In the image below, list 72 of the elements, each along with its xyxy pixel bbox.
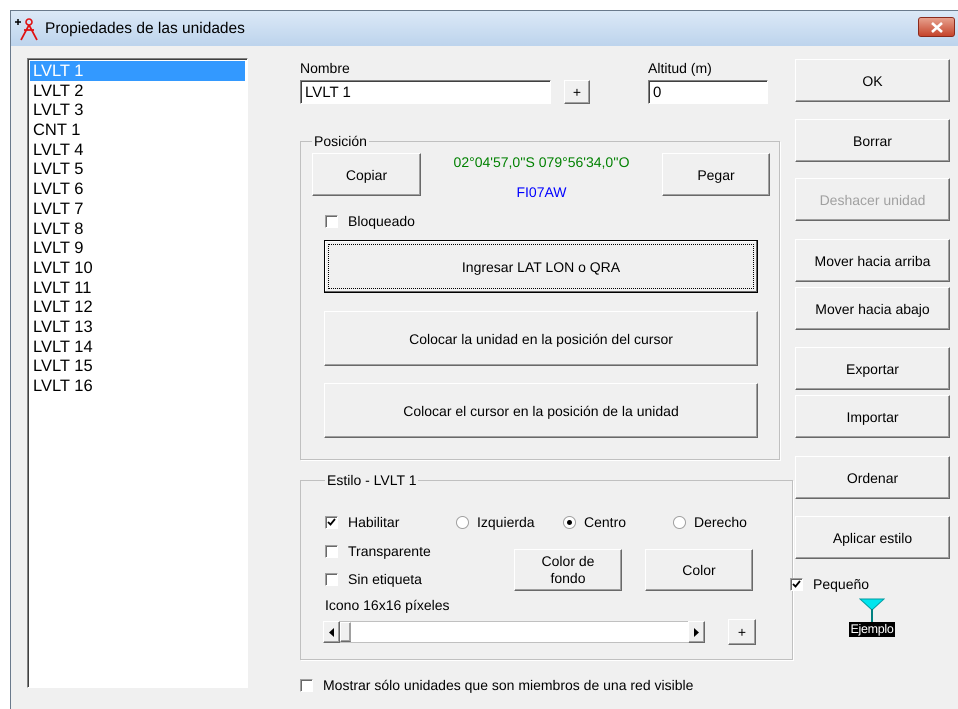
name-field[interactable]: LVLT 1 — [300, 80, 551, 104]
icon-size-label: Icono 16x16 píxeles — [325, 597, 451, 613]
list-item[interactable]: LVLT 13 — [30, 316, 245, 337]
radio-button[interactable] — [456, 516, 469, 528]
list-item[interactable]: LVLT 4 — [30, 140, 245, 160]
checkbox[interactable] — [325, 214, 338, 228]
group-title: Estilo - LVLT 1 — [326, 472, 418, 488]
checkbox[interactable] — [300, 678, 313, 692]
checkbox[interactable] — [325, 572, 338, 586]
scroll-thumb[interactable] — [340, 622, 351, 642]
triangle-marker-icon — [859, 598, 885, 622]
dialog-button[interactable]: Borrar — [795, 119, 950, 162]
add-button[interactable]: + — [728, 619, 756, 645]
list-item[interactable]: LVLT 16 — [30, 376, 245, 396]
list-item[interactable]: LVLT 7 — [30, 198, 245, 218]
checkbox-label: Pequeño — [813, 576, 870, 592]
checkbox-label: Habilitar — [348, 514, 400, 530]
dialog-button[interactable]: Mover hacia arriba — [795, 239, 950, 282]
copy-button[interactable]: Copiar — [312, 153, 421, 196]
example-label: Ejemplo — [849, 622, 895, 637]
checkbox[interactable] — [325, 544, 338, 558]
list-item[interactable]: LVLT 11 — [30, 278, 245, 298]
list-item[interactable]: LVLT 5 — [30, 159, 245, 180]
dialog-button[interactable]: Ordenar — [795, 456, 950, 499]
list-item[interactable]: LVLT 12 — [30, 297, 245, 317]
dialog-button[interactable]: Aplicar estilo — [795, 516, 950, 559]
radio-button[interactable] — [673, 516, 686, 528]
list-item[interactable]: LVLT 14 — [30, 336, 245, 356]
checkbox-label: Mostrar sólo unidades que son miembros de una red visible — [323, 677, 694, 693]
checkbox[interactable] — [325, 516, 338, 528]
list-item[interactable]: LVLT 3 — [30, 100, 245, 120]
color-button[interactable]: Color — [645, 549, 753, 591]
checkbox-label: Sin etiqueta — [348, 571, 422, 587]
action-button[interactable]: Colocar el cursor en la posición de la unidad — [324, 383, 758, 438]
unit-list[interactable]: LVLT 1 LVLT 2 LVLT 3 CNT 1 LVLT 4 LVLT 5 LVLT 6 LVLT 7 LVLT 8 LVLT 9 LVLT 10 LVLT 11 LVLT 12 LVLT 13 LVLT 14 LVLT 15 LVLT 16 — [27, 58, 248, 688]
altitude-field[interactable]: 0 — [648, 80, 768, 104]
left-arrow-icon — [329, 628, 334, 636]
list-item[interactable]: LVLT 8 — [30, 218, 245, 238]
action-button[interactable]: Colocar la unidad en la posición del cursor — [324, 311, 758, 366]
field-label: Altitud (m) — [648, 60, 713, 76]
checkbox-label: Bloqueado — [348, 213, 415, 229]
paste-button[interactable]: Pegar — [662, 153, 770, 196]
dialog-button[interactable]: Mover hacia abajo — [795, 287, 950, 330]
coordinates-text: 02°04'57,0''S 079°56'34,0''O — [454, 154, 630, 170]
dialog-button[interactable]: Exportar — [795, 347, 950, 390]
checkbox[interactable] — [790, 578, 803, 590]
list-item[interactable]: LVLT 15 — [30, 356, 245, 376]
list-item[interactable]: LVLT 6 — [30, 179, 245, 199]
radio-button[interactable] — [563, 516, 576, 528]
action-button[interactable]: Ingresar LAT LON o QRA — [324, 240, 758, 293]
add-button[interactable]: + — [564, 80, 590, 104]
right-arrow-icon — [694, 628, 699, 636]
radio-label: Centro — [584, 514, 626, 530]
dialog-button[interactable]: OK — [795, 59, 950, 102]
dialog-button[interactable]: Importar — [795, 395, 950, 438]
list-item[interactable]: CNT 1 — [30, 120, 245, 140]
group-title: Posición — [313, 133, 368, 149]
window-title: Propiedades de las unidades — [45, 20, 245, 38]
list-item[interactable]: LVLT 10 — [30, 258, 245, 278]
field-label: Nombre — [300, 60, 351, 76]
radio-label: Derecho — [694, 514, 747, 530]
locator-text: FI07AW — [516, 184, 567, 200]
scrollbar[interactable] — [323, 621, 705, 643]
list-item[interactable]: LVLT 2 — [30, 80, 245, 100]
checkbox-label: Transparente — [348, 543, 431, 559]
scroll-left-button[interactable] — [323, 621, 340, 643]
scroll-right-button[interactable] — [688, 621, 705, 643]
color-button[interactable]: Color de fondo — [514, 549, 622, 591]
close-button[interactable] — [918, 17, 955, 37]
close-icon — [930, 22, 944, 32]
radio-label: Izquierda — [477, 514, 535, 530]
list-item[interactable]: LVLT 9 — [30, 238, 245, 258]
